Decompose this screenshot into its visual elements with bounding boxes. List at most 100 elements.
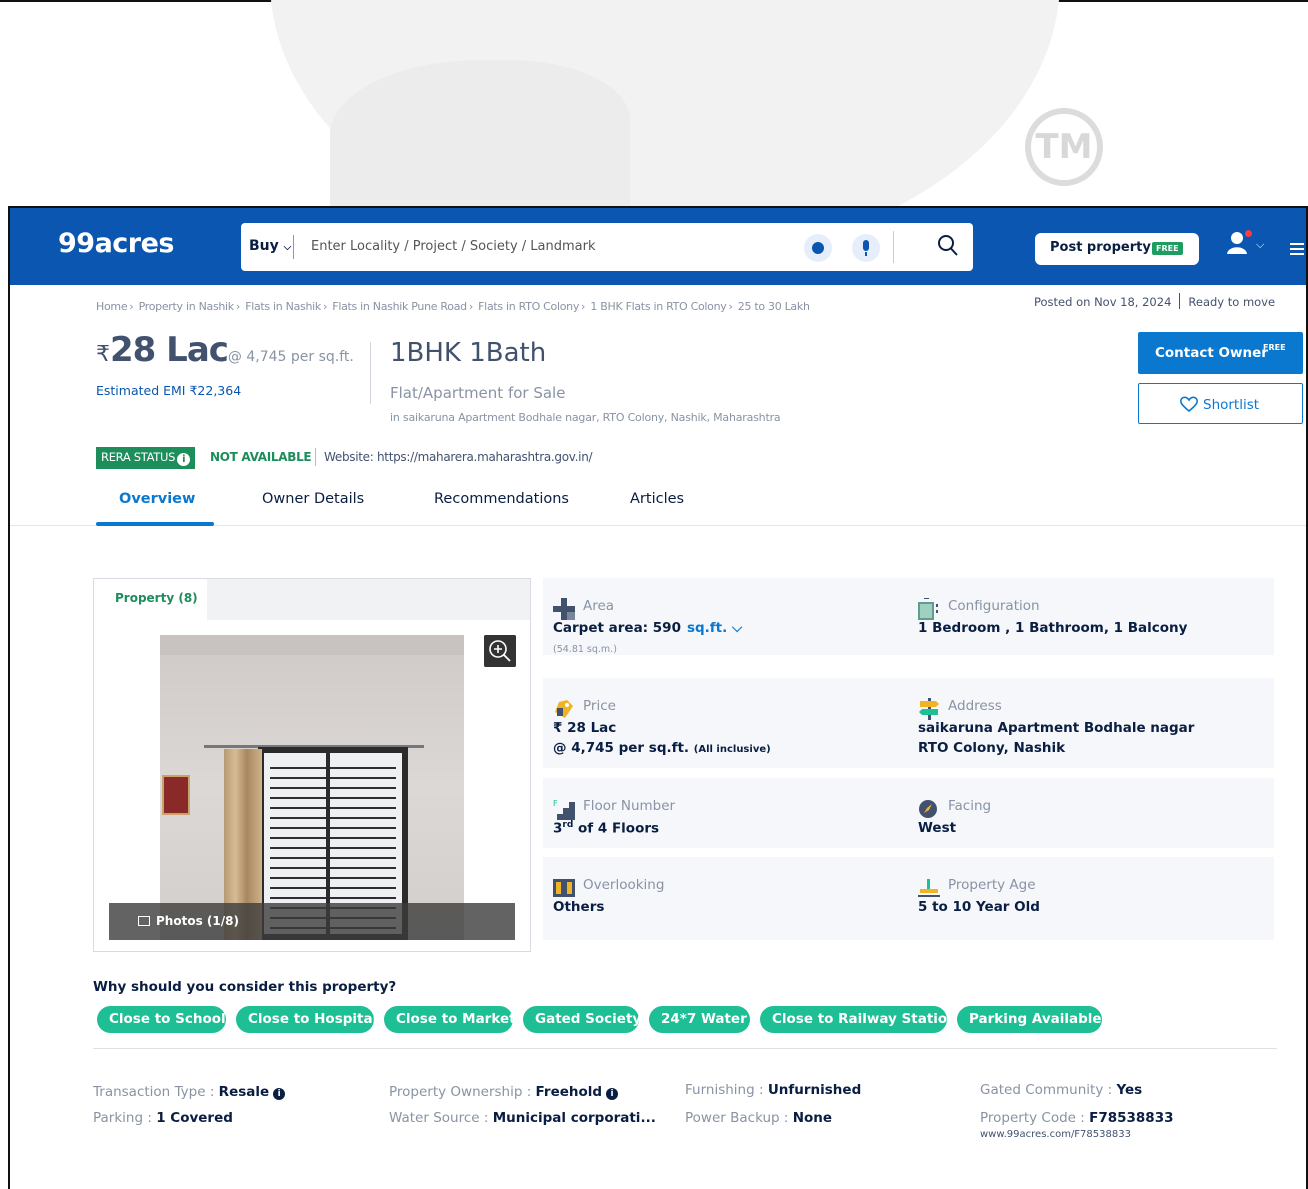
- signpost-icon: [919, 698, 939, 720]
- reason-chip: Close to Railway Station: [760, 1006, 957, 1033]
- breadcrumb-item[interactable]: Home: [96, 300, 128, 313]
- area-label: Area: [583, 598, 615, 614]
- window-icon: [553, 879, 575, 897]
- info-icon[interactable]: i: [606, 1088, 619, 1100]
- info-icon[interactable]: i: [273, 1088, 286, 1100]
- transaction-type: Transaction Type : Resale i: [93, 1084, 286, 1100]
- power-backup: Power Backup : None: [685, 1110, 832, 1126]
- rera-badge-label: RERA STATUS: [101, 450, 176, 464]
- zoom-in-icon[interactable]: [484, 635, 516, 667]
- gated-community: Gated Community : Yes: [980, 1082, 1142, 1098]
- emi-link[interactable]: Estimated EMI ₹22,364: [96, 383, 241, 398]
- search-input[interactable]: Enter Locality / Project / Society / Lan…: [311, 239, 596, 254]
- breadcrumb-item[interactable]: 1 BHK Flats in RTO Colony: [590, 300, 726, 313]
- compass-icon: [919, 800, 937, 818]
- chevron-down-icon[interactable]: ⌵: [1256, 238, 1264, 252]
- tab-recommendations[interactable]: Recommendations: [434, 491, 569, 507]
- rera-status-value: NOT AVAILABLE: [210, 450, 312, 464]
- breadcrumb-item[interactable]: 25 to 30 Lakh: [738, 300, 810, 313]
- photos-count: Photos (1/8): [156, 914, 239, 928]
- parking-label: Parking :: [93, 1110, 157, 1126]
- price-note: (All inclusive): [693, 744, 771, 755]
- details-row: F Floor Number 3rd of 4 Floors Facing We…: [543, 778, 1274, 848]
- rera-website-link[interactable]: Website: https://maharera.maharashtra.go…: [324, 450, 593, 464]
- ownership-label: Property Ownership :: [389, 1084, 536, 1100]
- posted-date: Posted on Nov 18, 2024: [1034, 295, 1172, 309]
- post-property-button[interactable]: Post property FREE: [1035, 233, 1199, 265]
- water-value: Municipal corporati...: [492, 1110, 656, 1126]
- floor-total: of 4 Floors: [578, 820, 660, 837]
- notification-dot: [1245, 230, 1252, 237]
- tab-overview[interactable]: Overview: [119, 491, 195, 507]
- photo-wall-frame: [162, 775, 190, 815]
- tab-property-photos[interactable]: Property (8): [94, 579, 207, 620]
- floor-label: Floor Number: [583, 798, 676, 814]
- buy-dropdown[interactable]: Buy ⌵: [249, 238, 291, 254]
- tab-articles[interactable]: Articles: [630, 491, 684, 507]
- address-label: Address: [948, 698, 1002, 714]
- reason-chip: Close to Hospital: [236, 1006, 377, 1033]
- configuration-icon: [918, 598, 938, 620]
- floor-value: 3rd of 4 Floors: [553, 820, 659, 837]
- water-label: Water Source :: [389, 1110, 493, 1126]
- microphone-icon[interactable]: [852, 234, 880, 262]
- breadcrumb-item[interactable]: Property in Nashik: [139, 300, 235, 313]
- heart-icon: [1180, 396, 1198, 413]
- transaction-value: Resale: [218, 1084, 270, 1100]
- rupee-symbol: ₹: [96, 342, 110, 367]
- unit-label: sq.ft.: [686, 620, 728, 636]
- free-badge: FREE: [1152, 242, 1183, 255]
- contact-owner-button[interactable]: Contact Owner FREE: [1138, 332, 1303, 374]
- carpet-area: Carpet area: 590: [553, 620, 681, 636]
- shortlist-button[interactable]: Shortlist: [1138, 383, 1303, 424]
- info-icon[interactable]: i: [177, 453, 191, 466]
- unit-dropdown[interactable]: sq.ft. ⌵: [687, 620, 742, 636]
- tab-owner-details[interactable]: Owner Details: [262, 491, 364, 507]
- details-row: Overlooking Others Property Age 5 to 10 …: [543, 857, 1274, 940]
- top-header: 99acres Buy ⌵ Enter Locality / Project /…: [10, 208, 1306, 285]
- gated-value: Yes: [1116, 1082, 1143, 1098]
- property-code: Property Code : F78538833: [980, 1110, 1173, 1126]
- divider: [1179, 293, 1181, 309]
- search-icon[interactable]: [937, 234, 959, 258]
- backup-value: None: [792, 1110, 833, 1126]
- breadcrumb: Home › Property in Nashik › Flats in Nashi…: [96, 300, 810, 313]
- reason-chip: 24*7 Water: [649, 1006, 750, 1033]
- floor-icon: F: [553, 799, 575, 820]
- location-icon[interactable]: [804, 234, 832, 262]
- logo[interactable]: 99acres: [58, 228, 175, 259]
- gated-label: Gated Community :: [980, 1082, 1117, 1098]
- price-label: Price: [583, 698, 616, 714]
- backup-label: Power Backup :: [685, 1110, 793, 1126]
- divider: [370, 342, 371, 404]
- property-title: 1BHK 1Bath: [390, 338, 547, 368]
- section-tabs: Overview Owner Details Recommendations A…: [10, 488, 1306, 526]
- divider: [893, 231, 894, 263]
- svg-text:F: F: [553, 799, 558, 808]
- breadcrumb-item[interactable]: Flats in RTO Colony: [478, 300, 579, 313]
- area-sqm: (54.81 sq.m.): [553, 644, 617, 655]
- breadcrumb-item[interactable]: Flats in Nashik: [245, 300, 321, 313]
- code-value: F78538833: [1089, 1110, 1174, 1126]
- water-source: Water Source : Municipal corporati...: [389, 1110, 656, 1126]
- breadcrumb-item[interactable]: Flats in Nashik Pune Road: [332, 300, 467, 313]
- divider: [293, 235, 294, 259]
- property-photo[interactable]: [160, 635, 464, 940]
- photo-ceiling: [160, 635, 464, 655]
- property-url[interactable]: www.99acres.com/F78538833: [980, 1129, 1131, 1140]
- overlooking-value: Others: [553, 899, 605, 915]
- image-icon: [138, 916, 150, 926]
- facing-label: Facing: [948, 798, 992, 814]
- shortlist-label: Shortlist: [1203, 397, 1260, 413]
- menu-icon[interactable]: [1290, 243, 1304, 255]
- furnishing-value: Unfurnished: [767, 1082, 862, 1098]
- configuration-value: 1 Bedroom , 1 Bathroom, 1 Balcony: [918, 620, 1188, 636]
- property-age-icon: [918, 879, 940, 897]
- chevron-down-icon: ⌵: [731, 620, 743, 636]
- photos-count-bar[interactable]: Photos (1/8): [109, 903, 515, 940]
- floor-number: 3: [553, 820, 563, 837]
- reason-chip: Close to School: [97, 1006, 226, 1033]
- page-frame: 99acres Buy ⌵ Enter Locality / Project /…: [8, 206, 1308, 1189]
- price-tag-icon: [555, 700, 573, 718]
- active-tab-indicator: [96, 522, 214, 526]
